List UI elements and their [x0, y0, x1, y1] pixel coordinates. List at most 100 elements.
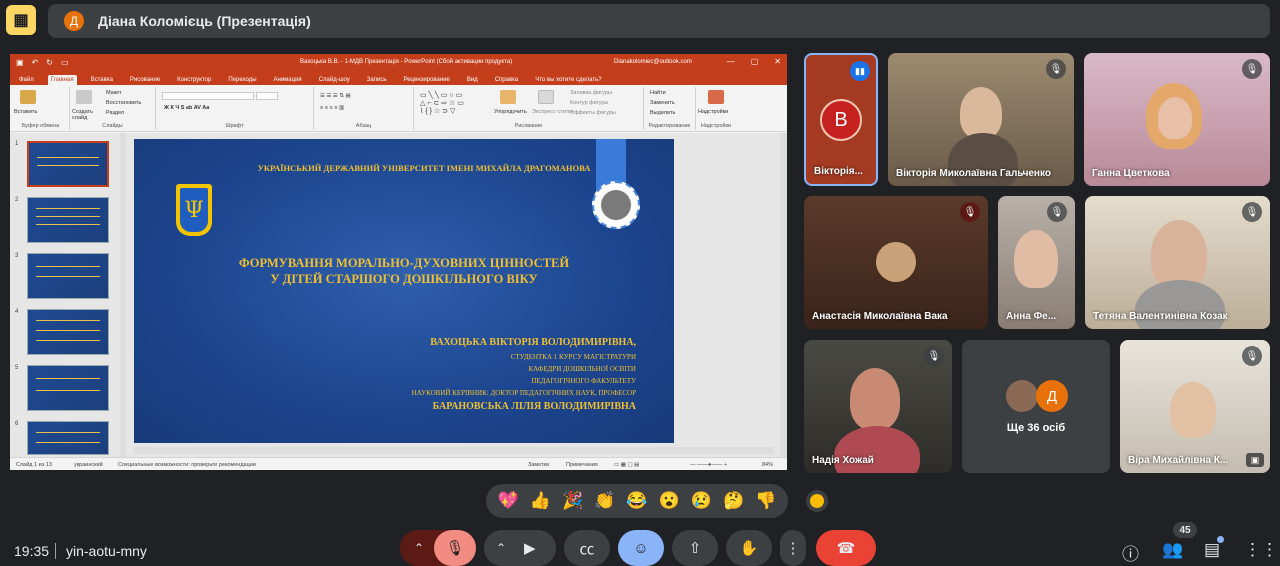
current-slide: УКРАЇНСЬКИЙ ДЕРЖАВНИЙ УНІВЕРСИТЕТ ІМЕНІ … — [134, 139, 674, 443]
thumb-number: 2 — [15, 197, 19, 203]
slide-title-line2: У ДІТЕЙ СТАРШОГО ДОШКІЛЬНОГО ВІКУ — [270, 272, 538, 286]
ppt-title-bar: ▣ ↶ ↻ ▭ Вахоцька В.В. - 1-МДВ Презентаці… — [10, 54, 787, 71]
captions-icon: ㏄ — [579, 540, 595, 558]
thumbs-down-reaction[interactable]: 👎 — [755, 491, 776, 511]
bottom-bar: 19:35 yin-aotu-mny ⌃ 🎙 ⌃ ▶ ㏄ ☺ ⇧ ✋ ⋮ ☎ ⓘ… — [0, 530, 1280, 566]
group-label: Шрифт — [225, 123, 244, 129]
participant-tile[interactable]: ▮▮ В Вікторія... — [804, 53, 878, 186]
participant-name: Анна Фе... — [1006, 311, 1057, 322]
video-feed — [960, 87, 1002, 139]
redo-icon: ↻ — [46, 58, 53, 67]
emoji-icon: ☺ — [633, 539, 649, 557]
ribbon-group-font: Ж К Ч S ab AV Aa Шрифт — [156, 87, 314, 130]
ppt-tab: Конструктор — [177, 77, 212, 83]
fill-label: Заливка фигуры — [570, 90, 613, 96]
leave-call-button[interactable]: ☎ — [816, 530, 876, 566]
reactions-bar: 💖 👍 🎉 👏 😂 😮 😢 🤔 👎 — [486, 484, 788, 518]
sparkling-heart-reaction[interactable]: 💖 — [498, 491, 519, 511]
participant-tile[interactable]: 🎙 Ганна Цветкова — [1084, 53, 1270, 186]
ppt-tab: Вид — [466, 77, 478, 83]
group-label: Рисование — [514, 123, 543, 129]
view-buttons: ▭ ▦ ▢ ▤ — [614, 462, 640, 468]
status-language: украинский — [74, 462, 103, 468]
thinking-reaction[interactable]: 🤔 — [723, 491, 744, 511]
ppt-doc-title: Вахоцька В.В. - 1-МДВ Презентація - Powe… — [300, 59, 513, 65]
mic-off-icon: 🎙 — [960, 202, 980, 222]
raise-hand-button[interactable]: ✋ — [726, 530, 772, 566]
clap-reaction[interactable]: 👏 — [594, 491, 615, 511]
group-label: Надстройки — [700, 123, 732, 129]
ppt-tab: Справка — [494, 77, 519, 83]
presenter-name: Діана Коломієць (Презентація) — [98, 13, 311, 29]
ribbon-group-slides: Создать слайд Макет Восстановить Раздел … — [70, 87, 156, 130]
speaking-indicator-icon: ▮▮ — [850, 61, 870, 81]
ppt-tell-me: Что вы хотите сделать? — [535, 77, 602, 83]
slide-thumb-2 — [27, 197, 109, 243]
ppt-tab: Запись — [366, 77, 387, 83]
people-icon[interactable]: 👥 — [1162, 540, 1183, 560]
paste-label: Вставить — [14, 109, 38, 115]
participant-avatar: Д — [1036, 380, 1068, 412]
ribbon-group-editing: Найти Заменить Выделить Редактирование — [644, 87, 696, 130]
picture-icon[interactable]: ▣ — [1246, 453, 1264, 467]
ppt-tab: Переходы — [228, 77, 257, 83]
captions-button[interactable]: ㏄ — [564, 530, 610, 566]
participant-avatar: В — [820, 99, 862, 141]
group-label: Буфер обмена — [21, 123, 60, 129]
more-participants-tile[interactable]: Д Ще 36 осіб — [962, 340, 1110, 473]
party-popper-reaction[interactable]: 🎉 — [562, 491, 583, 511]
chat-icon[interactable]: ▤ — [1204, 540, 1220, 560]
camera-icon[interactable]: ▶ — [524, 539, 536, 557]
new-slide-label: Создать слайд — [72, 109, 93, 121]
slide-line: НАУКОВИЙ КЕРІВНИК: ДОКТОР ПЕДАГОГІЧНИХ Н… — [411, 389, 636, 397]
maximize-icon: ▢ — [750, 57, 759, 66]
meeting-code: yin-aotu-mny — [66, 543, 147, 559]
slide-author: ВАХОЦЬКА ВІКТОРІЯ ВОЛОДИМИРІВНА, — [430, 337, 636, 348]
surprised-reaction[interactable]: 😮 — [659, 491, 680, 511]
more-vert-icon: ⋮ — [785, 540, 801, 557]
font-name-box — [162, 92, 254, 100]
participant-tile[interactable]: 🎙 Вікторія Миколаївна Гальченко — [888, 53, 1074, 186]
camera-button-group: ⌃ ▶ — [484, 530, 556, 566]
info-icon[interactable]: ⓘ — [1122, 540, 1139, 565]
quick-styles-icon — [538, 90, 554, 104]
thumb-number: 3 — [15, 253, 19, 259]
slide-thumb-1 — [27, 141, 109, 187]
participant-tile[interactable]: 🎙 Анастасія Миколаївна Вака — [804, 196, 988, 329]
participant-tile[interactable]: 🎙 Надія Хожай — [804, 340, 952, 473]
emoji-button[interactable]: ☺ — [618, 530, 664, 566]
skin-tone-button[interactable] — [806, 490, 828, 512]
participant-tile[interactable]: 🎙 Тетяна Валентинівна Козак — [1085, 196, 1270, 329]
addins-icon — [708, 90, 724, 104]
reset-label: Восстановить — [106, 100, 142, 106]
participant-name: Тетяна Валентинівна Козак — [1093, 311, 1228, 322]
section-label: Раздел — [106, 110, 125, 116]
ribbon-group-clipboard: Вставить Буфер обмена — [12, 87, 70, 130]
thumb-number: 1 — [15, 141, 19, 147]
new-slide-icon — [76, 90, 92, 104]
cry-reaction[interactable]: 😢 — [691, 491, 712, 511]
mic-options-chevron-icon[interactable]: ⌃ — [414, 541, 424, 555]
group-label: Редактирование — [648, 123, 691, 129]
thumb-number: 5 — [15, 365, 19, 371]
slide-h-scrollbar — [134, 447, 774, 454]
present-now-button[interactable]: ⇧ — [672, 530, 718, 566]
university-emblem-icon — [592, 181, 640, 229]
participant-tile[interactable]: 🎙 ▣ Віра Михайлівна К... — [1120, 340, 1270, 473]
slide-thumb-3 — [27, 253, 109, 299]
apps-icon[interactable]: ⋮⋮ — [1244, 540, 1278, 560]
joy-reaction[interactable]: 😂 — [626, 491, 647, 511]
participant-tile[interactable]: 🎙 Анна Фе... — [998, 196, 1075, 329]
more-options-button[interactable]: ⋮ — [780, 530, 806, 566]
mic-button-group: ⌃ 🎙 — [400, 530, 476, 566]
ppt-tab: Рисование — [129, 77, 161, 83]
mic-off-icon: 🎙 — [1242, 202, 1262, 222]
clock: 19:35 — [14, 543, 50, 559]
arrange-icon — [500, 90, 516, 104]
mic-off-icon[interactable]: 🎙 — [434, 530, 476, 566]
camera-options-chevron-icon[interactable]: ⌃ — [496, 541, 506, 555]
call-end-icon: ☎ — [836, 540, 856, 557]
thumbs-up-reaction[interactable]: 👍 — [530, 491, 551, 511]
paste-icon — [20, 90, 36, 104]
ppt-ribbon: Вставить Буфер обмена Создать слайд Маке… — [10, 85, 787, 132]
